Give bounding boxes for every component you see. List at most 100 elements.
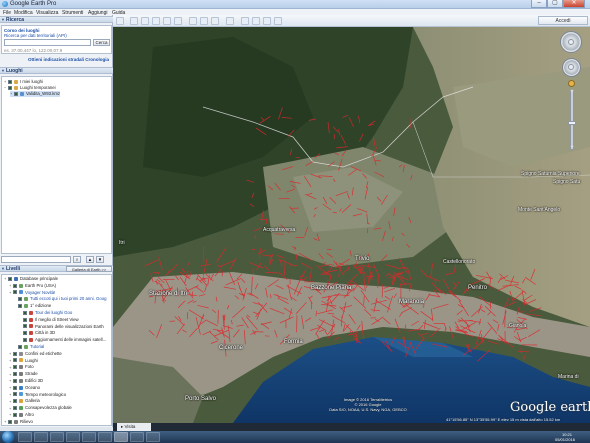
checkbox-icon[interactable] bbox=[13, 372, 17, 377]
email-icon[interactable] bbox=[241, 17, 249, 25]
checkbox-icon[interactable] bbox=[8, 276, 12, 281]
places-search-input[interactable] bbox=[1, 256, 71, 263]
layer-item[interactable]: + Edifici 3D bbox=[9, 378, 43, 384]
street-view-pegman-icon[interactable] bbox=[568, 80, 575, 87]
taskbar-ie-icon[interactable] bbox=[18, 432, 32, 442]
sign-in-button[interactable]: Accedi bbox=[538, 16, 588, 25]
checkbox-icon[interactable] bbox=[23, 310, 27, 315]
map-view[interactable]: Itri Trivio Bazzone Piana Stazione di It… bbox=[113, 27, 590, 423]
add-placemark-icon[interactable] bbox=[130, 17, 138, 25]
layer-item[interactable]: + Foto bbox=[9, 364, 34, 370]
checkbox-icon[interactable] bbox=[18, 304, 22, 309]
add-polygon-icon[interactable] bbox=[141, 17, 149, 25]
layer-item[interactable]: 1° edizione bbox=[14, 303, 51, 309]
layer-item[interactable]: + Consapevolezza globale bbox=[9, 405, 72, 411]
layer-item[interactable]: + Confini ed etichette bbox=[9, 351, 62, 357]
layer-item[interactable]: + Rilievo bbox=[4, 419, 33, 425]
minimize-button[interactable]: – bbox=[531, 0, 547, 8]
checkbox-icon[interactable] bbox=[18, 297, 22, 302]
view-in-maps-icon[interactable] bbox=[274, 17, 282, 25]
ruler-icon[interactable] bbox=[226, 17, 234, 25]
checkbox-icon[interactable] bbox=[13, 406, 17, 411]
checkbox-icon[interactable] bbox=[13, 351, 17, 356]
checkbox-icon[interactable] bbox=[13, 283, 17, 288]
taskbar-word-icon[interactable] bbox=[130, 432, 144, 442]
taskbar-excel-icon[interactable] bbox=[146, 432, 160, 442]
historical-imagery-icon[interactable] bbox=[189, 17, 197, 25]
checkbox-icon[interactable] bbox=[13, 385, 17, 390]
layer-item[interactable]: + Altro bbox=[9, 412, 34, 418]
checkbox-icon[interactable] bbox=[18, 344, 22, 349]
layer-item[interactable]: + Strade bbox=[9, 371, 38, 377]
checkbox-icon[interactable] bbox=[8, 85, 12, 90]
checkbox-icon[interactable] bbox=[13, 358, 17, 363]
directions-history-links[interactable]: Ottieni indicazioni stradali Cronologia bbox=[28, 57, 109, 62]
layer-item[interactable]: Città in 3D bbox=[19, 330, 55, 336]
taskbar-google-earth-icon[interactable] bbox=[114, 432, 128, 442]
layer-item[interactable]: Panorami delle visualizzazioni Earth bbox=[19, 324, 104, 330]
zoom-out-icon[interactable]: − bbox=[568, 144, 576, 150]
windows-start-icon[interactable] bbox=[2, 431, 14, 443]
move-joystick-icon[interactable] bbox=[562, 58, 581, 77]
layer-item[interactable]: + Database principale bbox=[4, 276, 58, 282]
checkbox-icon[interactable] bbox=[13, 392, 17, 397]
layer-item[interactable]: + Luoghi bbox=[9, 358, 38, 364]
layer-item[interactable]: Tour dei luoghi Goo bbox=[19, 310, 72, 316]
hide-sidebar-icon[interactable] bbox=[116, 17, 124, 25]
checkbox-icon[interactable] bbox=[8, 419, 12, 424]
taskbar-explorer-icon[interactable] bbox=[34, 432, 48, 442]
road-segment bbox=[504, 309, 506, 328]
map-label: Formia bbox=[284, 339, 303, 345]
checkbox-icon[interactable] bbox=[14, 91, 18, 96]
places-section-header[interactable]: Luoghi bbox=[0, 67, 113, 74]
checkbox-icon[interactable] bbox=[23, 317, 27, 322]
layer-item[interactable]: Tutti eccoti qui i tuoi primi 20 anni. G… bbox=[14, 296, 107, 302]
print-icon[interactable] bbox=[252, 17, 260, 25]
layer-item[interactable]: + Earth Pro (USA) bbox=[9, 283, 56, 289]
layer-item[interactable]: Aggiornamenti delle immagini satell... bbox=[19, 337, 106, 343]
maximize-button[interactable]: ▢ bbox=[547, 0, 563, 8]
add-overlay-icon[interactable] bbox=[163, 17, 171, 25]
layer-item[interactable]: + Oceano bbox=[9, 385, 40, 391]
places-item-selected[interactable]: + Validita_W93.kmz bbox=[10, 91, 61, 97]
earth-gallery-button[interactable]: Galleria di Earth >> bbox=[66, 266, 112, 272]
close-button[interactable]: ✕ bbox=[563, 0, 585, 8]
save-image-icon[interactable] bbox=[263, 17, 271, 25]
taskbar-folder-icon[interactable] bbox=[66, 432, 80, 442]
zoom-slider-handle[interactable] bbox=[568, 121, 576, 125]
layer-item[interactable]: Il meglio di Street View bbox=[19, 317, 79, 323]
google-earth-app-icon bbox=[2, 1, 8, 7]
places-search-icon[interactable]: ⌕ bbox=[73, 256, 81, 263]
switch-to-sky-icon[interactable] bbox=[211, 17, 219, 25]
add-path-icon[interactable] bbox=[152, 17, 160, 25]
checkbox-icon[interactable] bbox=[13, 290, 17, 295]
search-result-subtitle[interactable]: Ricerca per dati territoriali (API) bbox=[4, 33, 67, 38]
tour-tab[interactable]: ▸ Visita guidata bbox=[117, 423, 151, 437]
sunlight-icon[interactable] bbox=[200, 17, 208, 25]
look-joystick-icon[interactable] bbox=[560, 31, 582, 53]
record-tour-icon[interactable] bbox=[174, 17, 182, 25]
down-arrow-icon[interactable]: ▼ bbox=[96, 256, 104, 263]
taskbar-chrome-icon[interactable] bbox=[82, 432, 96, 442]
up-arrow-icon[interactable]: ▲ bbox=[86, 256, 94, 263]
checkbox-icon[interactable] bbox=[23, 331, 27, 336]
checkbox-icon[interactable] bbox=[13, 399, 17, 404]
layer-item[interactable]: + Galleria bbox=[9, 398, 40, 404]
search-section-header[interactable]: Ricerca bbox=[0, 16, 113, 23]
layer-item[interactable]: + Voyager Novità! bbox=[9, 290, 55, 296]
zoom-in-icon[interactable]: + bbox=[568, 89, 576, 95]
trail-segment bbox=[274, 233, 285, 235]
zoom-slider[interactable] bbox=[570, 90, 574, 150]
checkbox-icon[interactable] bbox=[23, 324, 27, 329]
taskbar-app-icon[interactable] bbox=[98, 432, 112, 442]
search-input[interactable] bbox=[4, 39, 91, 46]
checkbox-icon[interactable] bbox=[8, 79, 12, 84]
checkbox-icon[interactable] bbox=[13, 378, 17, 383]
layer-item[interactable]: + Tempo meteorologico bbox=[9, 392, 66, 398]
taskbar-media-icon[interactable] bbox=[50, 432, 64, 442]
checkbox-icon[interactable] bbox=[13, 365, 17, 370]
layer-item[interactable]: Tutorial bbox=[14, 344, 44, 350]
checkbox-icon[interactable] bbox=[13, 412, 17, 417]
checkbox-icon[interactable] bbox=[23, 338, 27, 343]
search-button[interactable]: Cerca bbox=[93, 39, 110, 46]
